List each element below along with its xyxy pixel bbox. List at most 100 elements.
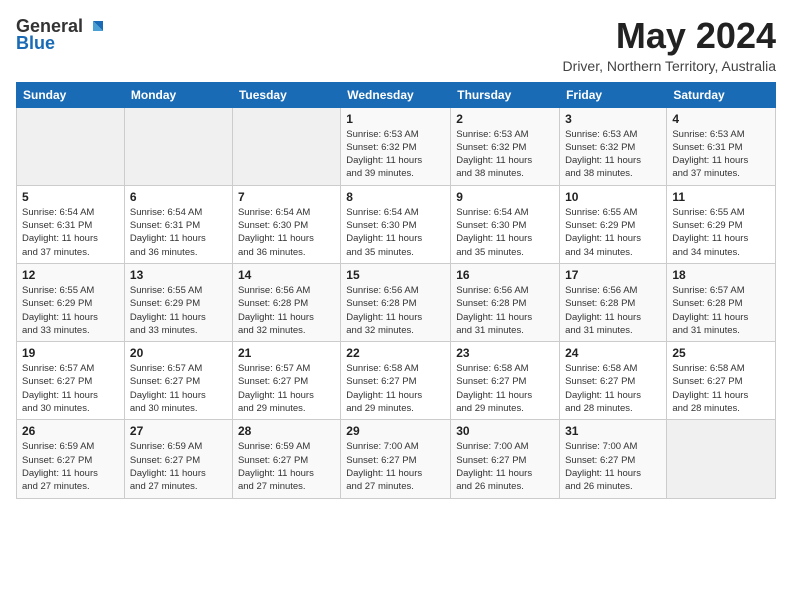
day-info: Sunrise: 6:58 AMSunset: 6:27 PMDaylight:… <box>565 362 661 415</box>
calendar-cell <box>667 420 776 498</box>
calendar-cell: 19 Sunrise: 6:57 AMSunset: 6:27 PMDayligh… <box>17 342 125 420</box>
day-info: Sunrise: 6:59 AMSunset: 6:27 PMDaylight:… <box>238 440 335 493</box>
calendar-cell: 24 Sunrise: 6:58 AMSunset: 6:27 PMDayligh… <box>560 342 667 420</box>
day-number: 15 <box>346 268 445 282</box>
day-info: Sunrise: 6:54 AMSunset: 6:31 PMDaylight:… <box>130 206 227 259</box>
logo-blue-text: Blue <box>16 33 55 54</box>
weekday-header-thursday: Thursday <box>451 82 560 107</box>
weekday-header-friday: Friday <box>560 82 667 107</box>
day-number: 25 <box>672 346 770 360</box>
day-info: Sunrise: 6:56 AMSunset: 6:28 PMDaylight:… <box>456 284 554 337</box>
day-number: 14 <box>238 268 335 282</box>
calendar-cell: 8 Sunrise: 6:54 AMSunset: 6:30 PMDaylight… <box>341 185 451 263</box>
calendar-cell <box>124 107 232 185</box>
day-info: Sunrise: 6:56 AMSunset: 6:28 PMDaylight:… <box>238 284 335 337</box>
location-title: Driver, Northern Territory, Australia <box>563 58 776 74</box>
calendar-cell: 2Sunrise: 6:53 AMSunset: 6:32 PMDaylight… <box>451 107 560 185</box>
day-info: Sunrise: 6:55 AMSunset: 6:29 PMDaylight:… <box>565 206 661 259</box>
calendar-cell: 31Sunrise: 7:00 AMSunset: 6:27 PMDayligh… <box>560 420 667 498</box>
calendar-table: SundayMondayTuesdayWednesdayThursdayFrid… <box>16 82 776 499</box>
day-info: Sunrise: 7:00 AMSunset: 6:27 PMDaylight:… <box>565 440 661 493</box>
weekday-header-saturday: Saturday <box>667 82 776 107</box>
day-number: 3 <box>565 112 661 126</box>
week-row-2: 5 Sunrise: 6:54 AMSunset: 6:31 PMDaylight… <box>17 185 776 263</box>
day-info: Sunrise: 6:58 AMSunset: 6:27 PMDaylight:… <box>672 362 770 415</box>
day-number: 20 <box>130 346 227 360</box>
weekday-row: SundayMondayTuesdayWednesdayThursdayFrid… <box>17 82 776 107</box>
logo-icon <box>85 17 105 37</box>
week-row-3: 12 Sunrise: 6:55 AMSunset: 6:29 PMDayligh… <box>17 263 776 341</box>
day-info: Sunrise: 6:57 AMSunset: 6:27 PMDaylight:… <box>22 362 119 415</box>
day-number: 28 <box>238 424 335 438</box>
title-section: May 2024 Driver, Northern Territory, Aus… <box>563 16 776 74</box>
day-info: Sunrise: 6:54 AMSunset: 6:30 PMDaylight:… <box>238 206 335 259</box>
calendar-cell: 15Sunrise: 6:56 AMSunset: 6:28 PMDayligh… <box>341 263 451 341</box>
day-number: 23 <box>456 346 554 360</box>
day-info: Sunrise: 6:57 AMSunset: 6:27 PMDaylight:… <box>238 362 335 415</box>
day-number: 30 <box>456 424 554 438</box>
calendar-cell: 22 Sunrise: 6:58 AMSunset: 6:27 PMDayligh… <box>341 342 451 420</box>
day-number: 21 <box>238 346 335 360</box>
day-info: Sunrise: 6:53 AMSunset: 6:31 PMDaylight:… <box>672 128 770 181</box>
calendar-cell: 7 Sunrise: 6:54 AMSunset: 6:30 PMDaylight… <box>232 185 340 263</box>
day-number: 5 <box>22 190 119 204</box>
day-info: Sunrise: 6:58 AMSunset: 6:27 PMDaylight:… <box>346 362 445 415</box>
calendar-cell: 29 Sunrise: 7:00 AMSunset: 6:27 PMDayligh… <box>341 420 451 498</box>
day-number: 2 <box>456 112 554 126</box>
day-number: 1 <box>346 112 445 126</box>
calendar-cell <box>17 107 125 185</box>
day-number: 24 <box>565 346 661 360</box>
calendar-cell: 10 Sunrise: 6:55 AMSunset: 6:29 PMDayligh… <box>560 185 667 263</box>
day-info: Sunrise: 6:55 AMSunset: 6:29 PMDaylight:… <box>672 206 770 259</box>
day-number: 11 <box>672 190 770 204</box>
day-number: 12 <box>22 268 119 282</box>
calendar-cell: 9 Sunrise: 6:54 AMSunset: 6:30 PMDaylight… <box>451 185 560 263</box>
day-number: 6 <box>130 190 227 204</box>
day-number: 18 <box>672 268 770 282</box>
day-info: Sunrise: 6:54 AMSunset: 6:31 PMDaylight:… <box>22 206 119 259</box>
day-number: 4 <box>672 112 770 126</box>
weekday-header-tuesday: Tuesday <box>232 82 340 107</box>
day-info: Sunrise: 6:53 AMSunset: 6:32 PMDaylight:… <box>346 128 445 181</box>
week-row-4: 19 Sunrise: 6:57 AMSunset: 6:27 PMDayligh… <box>17 342 776 420</box>
calendar-cell: 30 Sunrise: 7:00 AMSunset: 6:27 PMDayligh… <box>451 420 560 498</box>
day-info: Sunrise: 6:55 AMSunset: 6:29 PMDaylight:… <box>130 284 227 337</box>
day-number: 19 <box>22 346 119 360</box>
calendar-cell: 17Sunrise: 6:56 AMSunset: 6:28 PMDayligh… <box>560 263 667 341</box>
day-info: Sunrise: 7:00 AMSunset: 6:27 PMDaylight:… <box>346 440 445 493</box>
calendar-cell: 1 Sunrise: 6:53 AMSunset: 6:32 PMDaylight… <box>341 107 451 185</box>
day-info: Sunrise: 6:54 AMSunset: 6:30 PMDaylight:… <box>456 206 554 259</box>
day-number: 16 <box>456 268 554 282</box>
calendar-cell: 3Sunrise: 6:53 AMSunset: 6:32 PMDaylight… <box>560 107 667 185</box>
calendar-cell: 12Sunrise: 6:55 AMSunset: 6:29 PMDayligh… <box>17 263 125 341</box>
weekday-header-sunday: Sunday <box>17 82 125 107</box>
logo: General Blue <box>16 16 105 54</box>
weekday-header-wednesday: Wednesday <box>341 82 451 107</box>
calendar-cell: 14 Sunrise: 6:56 AMSunset: 6:28 PMDayligh… <box>232 263 340 341</box>
calendar-cell <box>232 107 340 185</box>
calendar-header: SundayMondayTuesdayWednesdayThursdayFrid… <box>17 82 776 107</box>
calendar-cell: 5 Sunrise: 6:54 AMSunset: 6:31 PMDaylight… <box>17 185 125 263</box>
day-info: Sunrise: 6:58 AMSunset: 6:27 PMDaylight:… <box>456 362 554 415</box>
day-info: Sunrise: 6:59 AMSunset: 6:27 PMDaylight:… <box>130 440 227 493</box>
day-info: Sunrise: 6:57 AMSunset: 6:27 PMDaylight:… <box>130 362 227 415</box>
day-info: Sunrise: 6:57 AMSunset: 6:28 PMDaylight:… <box>672 284 770 337</box>
day-info: Sunrise: 6:54 AMSunset: 6:30 PMDaylight:… <box>346 206 445 259</box>
calendar-cell: 21 Sunrise: 6:57 AMSunset: 6:27 PMDayligh… <box>232 342 340 420</box>
calendar-cell: 18 Sunrise: 6:57 AMSunset: 6:28 PMDayligh… <box>667 263 776 341</box>
day-info: Sunrise: 7:00 AMSunset: 6:27 PMDaylight:… <box>456 440 554 493</box>
day-number: 7 <box>238 190 335 204</box>
calendar-cell: 20 Sunrise: 6:57 AMSunset: 6:27 PMDayligh… <box>124 342 232 420</box>
day-number: 10 <box>565 190 661 204</box>
day-number: 22 <box>346 346 445 360</box>
day-number: 13 <box>130 268 227 282</box>
day-number: 29 <box>346 424 445 438</box>
calendar-cell: 11 Sunrise: 6:55 AMSunset: 6:29 PMDayligh… <box>667 185 776 263</box>
calendar-cell: 28 Sunrise: 6:59 AMSunset: 6:27 PMDayligh… <box>232 420 340 498</box>
day-number: 8 <box>346 190 445 204</box>
day-number: 26 <box>22 424 119 438</box>
month-title: May 2024 <box>563 16 776 56</box>
calendar-cell: 16 Sunrise: 6:56 AMSunset: 6:28 PMDayligh… <box>451 263 560 341</box>
day-number: 9 <box>456 190 554 204</box>
page-header: General Blue May 2024 Driver, Northern T… <box>16 16 776 74</box>
